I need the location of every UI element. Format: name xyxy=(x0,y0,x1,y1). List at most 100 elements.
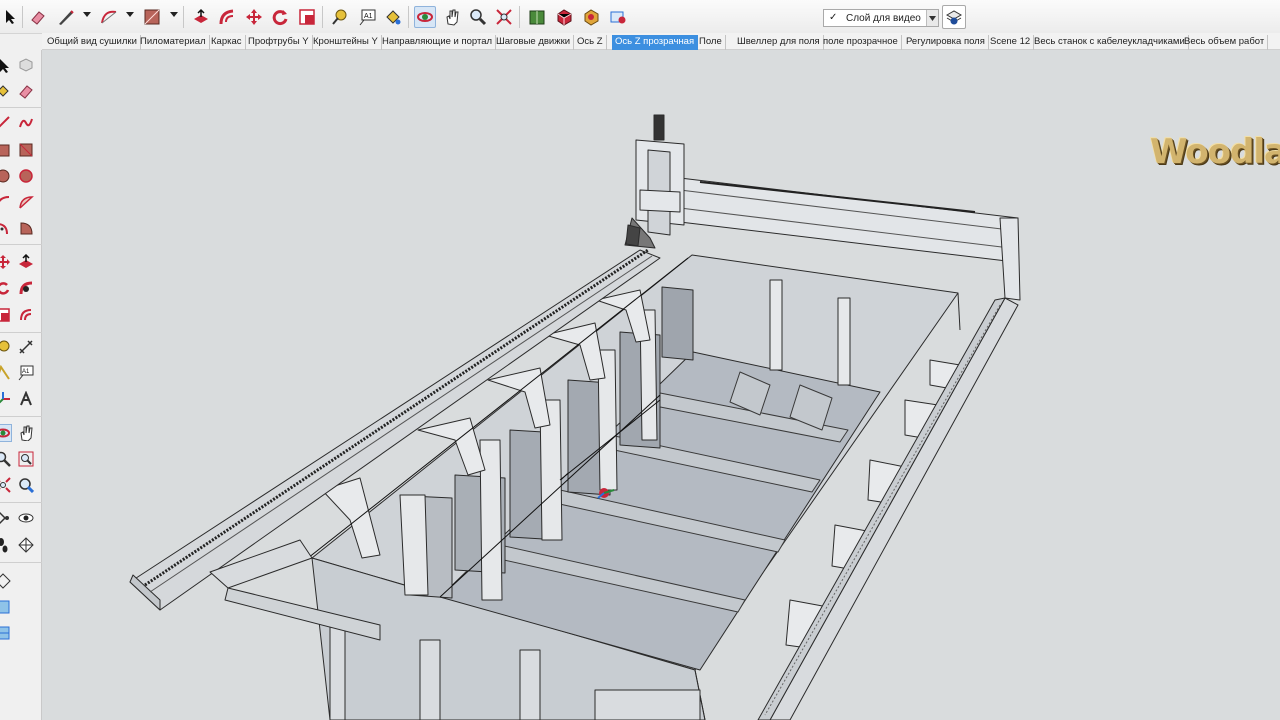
zoom-extents-icon[interactable] xyxy=(0,476,12,494)
dimension-arrows-icon[interactable] xyxy=(0,572,12,590)
move-icon[interactable] xyxy=(243,6,265,28)
left-toolbar: A1 xyxy=(0,50,42,720)
rotate-icon[interactable] xyxy=(0,279,12,297)
zoom-previous-icon[interactable] xyxy=(17,476,35,494)
eraser-icon[interactable] xyxy=(17,82,35,100)
pencil-dropdown-icon[interactable] xyxy=(83,12,91,17)
toolbar-separator xyxy=(22,6,23,28)
toolbar-separator xyxy=(0,562,42,563)
protractor-icon[interactable] xyxy=(0,364,12,382)
pan-icon[interactable] xyxy=(17,424,35,442)
scene-tab[interactable]: Весь объем работ xyxy=(1181,35,1269,50)
arc-dropdown-icon[interactable] xyxy=(126,12,134,17)
scene-tab[interactable]: Шаговые движки xyxy=(493,35,575,50)
toolbar-separator xyxy=(408,6,409,28)
walk-icon[interactable] xyxy=(0,536,12,554)
scale-icon[interactable] xyxy=(0,306,12,324)
tape-measure-icon[interactable] xyxy=(328,6,350,28)
scale-icon[interactable] xyxy=(296,6,318,28)
orbit-icon[interactable] xyxy=(0,424,12,442)
arc-icon[interactable] xyxy=(98,6,120,28)
watermark-logo: Woodlab86 xyxy=(1150,132,1280,172)
paint-bucket-icon[interactable] xyxy=(382,6,404,28)
scene-tab[interactable]: Кронштейны Y xyxy=(310,35,382,50)
chevron-down-icon[interactable] xyxy=(926,10,938,26)
polygon-icon[interactable] xyxy=(17,167,35,185)
scene-tab[interactable]: Scene 12 xyxy=(987,35,1035,50)
line-icon[interactable] xyxy=(0,114,12,132)
axes-icon[interactable] xyxy=(0,390,12,408)
scene-tab[interactable]: Направляющие и портал xyxy=(379,35,497,50)
rotated-rectangle-icon[interactable] xyxy=(17,141,35,159)
model-viewport[interactable]: Woodlab86 xyxy=(42,50,1280,720)
push-pull-icon[interactable] xyxy=(190,6,212,28)
layer-manager-icon[interactable] xyxy=(942,5,966,29)
arc-3pt-icon[interactable] xyxy=(0,219,12,237)
toolbar-separator xyxy=(322,6,323,28)
toolbar-separator xyxy=(0,244,42,245)
zoom-window-icon[interactable] xyxy=(17,450,35,468)
text-label-icon[interactable]: A1 xyxy=(17,364,35,382)
tape-measure-icon[interactable] xyxy=(0,338,12,356)
pencil-line-icon[interactable] xyxy=(55,6,77,28)
rotate-icon[interactable] xyxy=(269,6,291,28)
zoom-extents-icon[interactable] xyxy=(493,6,515,28)
zoom-icon[interactable] xyxy=(467,6,489,28)
component-icon[interactable] xyxy=(17,56,35,74)
follow-me-icon[interactable] xyxy=(216,6,238,28)
rectangle-icon[interactable] xyxy=(141,6,163,28)
scene-tab[interactable]: Пиломатериал xyxy=(137,35,210,50)
scenes-icon[interactable] xyxy=(607,6,629,28)
position-camera-icon[interactable] xyxy=(0,509,12,527)
select-arrow-icon[interactable] xyxy=(0,57,12,75)
scene-tab[interactable]: Швеллер для поля xyxy=(734,35,824,50)
select-arrow-icon[interactable] xyxy=(0,6,22,28)
layer-select-value: Слой для видео xyxy=(846,13,921,24)
look-around-icon[interactable] xyxy=(17,509,35,527)
arc-icon[interactable] xyxy=(0,193,12,211)
scene-tab[interactable]: поле прозрачное xyxy=(820,35,902,50)
toolbar-separator xyxy=(0,502,42,503)
svg-text:A1: A1 xyxy=(364,13,373,20)
orbit-icon[interactable] xyxy=(414,6,436,28)
styles-icon[interactable] xyxy=(580,6,602,28)
materials-icon[interactable] xyxy=(553,6,575,28)
scene-tab[interactable]: Регулировка поля xyxy=(903,35,989,50)
scene-tab-active[interactable]: Ось Z прозрачная xyxy=(612,35,699,50)
arc-2pt-icon[interactable] xyxy=(17,193,35,211)
svg-text:A1: A1 xyxy=(22,369,30,375)
scene-tab[interactable]: Каркас xyxy=(208,35,246,50)
scene-tab[interactable]: Общий вид сушилки xyxy=(44,35,141,50)
scene-tab[interactable]: Профтрубы Y xyxy=(245,35,313,50)
z-axis xyxy=(624,114,685,249)
move-icon[interactable] xyxy=(0,253,12,271)
eraser-icon[interactable] xyxy=(27,6,49,28)
follow-me-icon[interactable] xyxy=(17,279,35,297)
rectangle-icon[interactable] xyxy=(0,141,12,159)
pie-icon[interactable] xyxy=(17,219,35,237)
scene-tab[interactable]: Весь станок с кабелеукладчиками xyxy=(1031,35,1189,50)
components-icon[interactable] xyxy=(526,6,548,28)
layer-select[interactable]: ✓ Слой для видео xyxy=(823,9,939,27)
zoom-icon[interactable] xyxy=(0,450,12,468)
text-label-icon[interactable]: A1 xyxy=(356,6,378,28)
solid-tools-icon[interactable] xyxy=(0,624,12,642)
rectangle-dropdown-icon[interactable] xyxy=(170,12,178,17)
pan-icon[interactable] xyxy=(441,6,463,28)
freehand-icon[interactable] xyxy=(17,114,35,132)
3d-text-icon[interactable] xyxy=(17,390,35,408)
offset-icon[interactable] xyxy=(17,306,35,324)
sandbox-icon[interactable] xyxy=(0,598,12,616)
scene-tabs: Общий вид сушилки Пиломатериал Каркас Пр… xyxy=(42,33,1280,50)
toolbar-separator xyxy=(0,107,42,108)
toolbar-separator xyxy=(0,416,42,417)
scene-tab[interactable]: Поле xyxy=(696,35,726,50)
push-pull-icon[interactable] xyxy=(17,253,35,271)
cnc-model-drawing xyxy=(129,114,1021,720)
dimension-icon[interactable] xyxy=(17,338,35,356)
scene-tab[interactable]: Ось Z xyxy=(574,35,607,50)
main-toolbar: A1 ✓ Слой для видео xyxy=(0,0,1280,34)
circle-icon[interactable] xyxy=(0,167,12,185)
section-plane-icon[interactable] xyxy=(17,536,35,554)
paint-bucket-icon[interactable] xyxy=(0,82,12,100)
